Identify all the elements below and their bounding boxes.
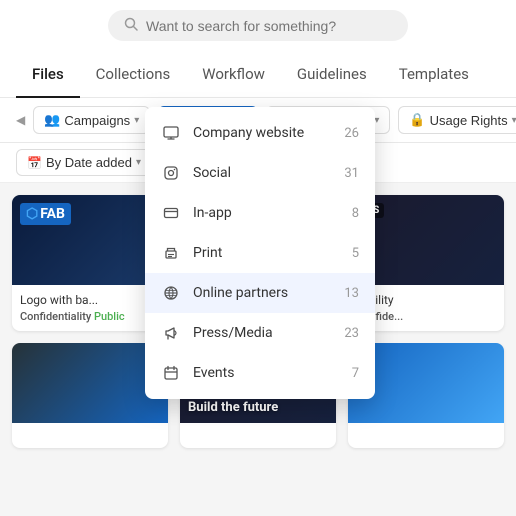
calendar-icon (161, 363, 181, 383)
social-icon (161, 163, 181, 183)
tab-collections[interactable]: Collections (80, 51, 187, 97)
sort-label: By Date added (46, 155, 132, 170)
in-app-label: In-app (193, 205, 340, 221)
dropdown-item-press-media[interactable]: Press/Media 23 (145, 313, 375, 353)
people-icon: 👥 (44, 112, 60, 128)
online-partners-count: 13 (344, 286, 359, 301)
campaigns-label: Campaigns (64, 113, 130, 128)
chevron-down-icon: ▾ (134, 115, 139, 126)
in-app-count: 8 (352, 206, 359, 221)
monitor-icon (161, 123, 181, 143)
channel-dropdown: Company website 26 Social 31 In-app 8 (145, 107, 375, 399)
card-title-6 (356, 427, 496, 441)
tab-files[interactable]: Files (16, 51, 80, 97)
sort-by-date-button[interactable]: 📅 By Date added ▾ (16, 149, 152, 176)
card-meta-1: Confidentiality Public (20, 310, 160, 323)
megaphone-icon (161, 323, 181, 343)
dropdown-item-print[interactable]: Print 5 (145, 233, 375, 273)
dropdown-item-company-website[interactable]: Company website 26 (145, 113, 375, 153)
chevron-sort-icon: ▾ (136, 157, 141, 168)
tab-workflow[interactable]: Workflow (186, 51, 281, 97)
company-website-label: Company website (193, 125, 332, 141)
card-title-5 (188, 427, 328, 441)
print-label: Print (193, 245, 340, 261)
filter-usage-rights[interactable]: 🔒 Usage Rights ▾ (398, 106, 516, 134)
card-meta-3: Confide... (356, 310, 496, 323)
online-partners-label: Online partners (193, 285, 332, 301)
card-title-1: Logo with ba... (20, 293, 160, 307)
arrow-left-icon[interactable]: ◀ (16, 113, 25, 127)
search-icon (124, 16, 138, 35)
search-wrapper (108, 10, 408, 41)
dropdown-item-social[interactable]: Social 31 (145, 153, 375, 193)
press-media-label: Press/Media (193, 325, 332, 341)
search-bar (0, 0, 516, 51)
print-count: 5 (352, 246, 359, 261)
social-count: 31 (344, 166, 359, 181)
events-label: Events (193, 365, 340, 381)
printer-icon (161, 243, 181, 263)
chevron-down-icon-usage: ▾ (512, 115, 516, 126)
build-text: Build the future (188, 400, 278, 415)
company-website-count: 26 (344, 126, 359, 141)
events-count: 7 (352, 366, 359, 381)
social-label: Social (193, 165, 332, 181)
usage-rights-label: Usage Rights (430, 113, 508, 128)
nav-tabs: Files Collections Workflow Guidelines Te… (0, 51, 516, 98)
tab-templates[interactable]: Templates (383, 51, 485, 97)
dropdown-item-online-partners[interactable]: Online partners 13 (145, 273, 375, 313)
dropdown-item-in-app[interactable]: In-app 8 (145, 193, 375, 233)
credit-card-icon (161, 203, 181, 223)
sort-icon: 📅 (27, 156, 42, 170)
card-title-4 (20, 427, 160, 441)
search-input[interactable] (146, 18, 392, 34)
press-media-count: 23 (344, 326, 359, 341)
tab-guidelines[interactable]: Guidelines (281, 51, 383, 97)
globe-icon (161, 283, 181, 303)
filter-campaigns[interactable]: 👥 Campaigns ▾ (33, 106, 150, 134)
dropdown-item-events[interactable]: Events 7 (145, 353, 375, 393)
lock-icon: 🔒 (409, 112, 425, 128)
fabricate-logo-1: ⬡ FAB (20, 203, 71, 225)
card-title-3: Facility (356, 293, 496, 307)
chevron-down-icon-produced: ▾ (374, 115, 379, 126)
